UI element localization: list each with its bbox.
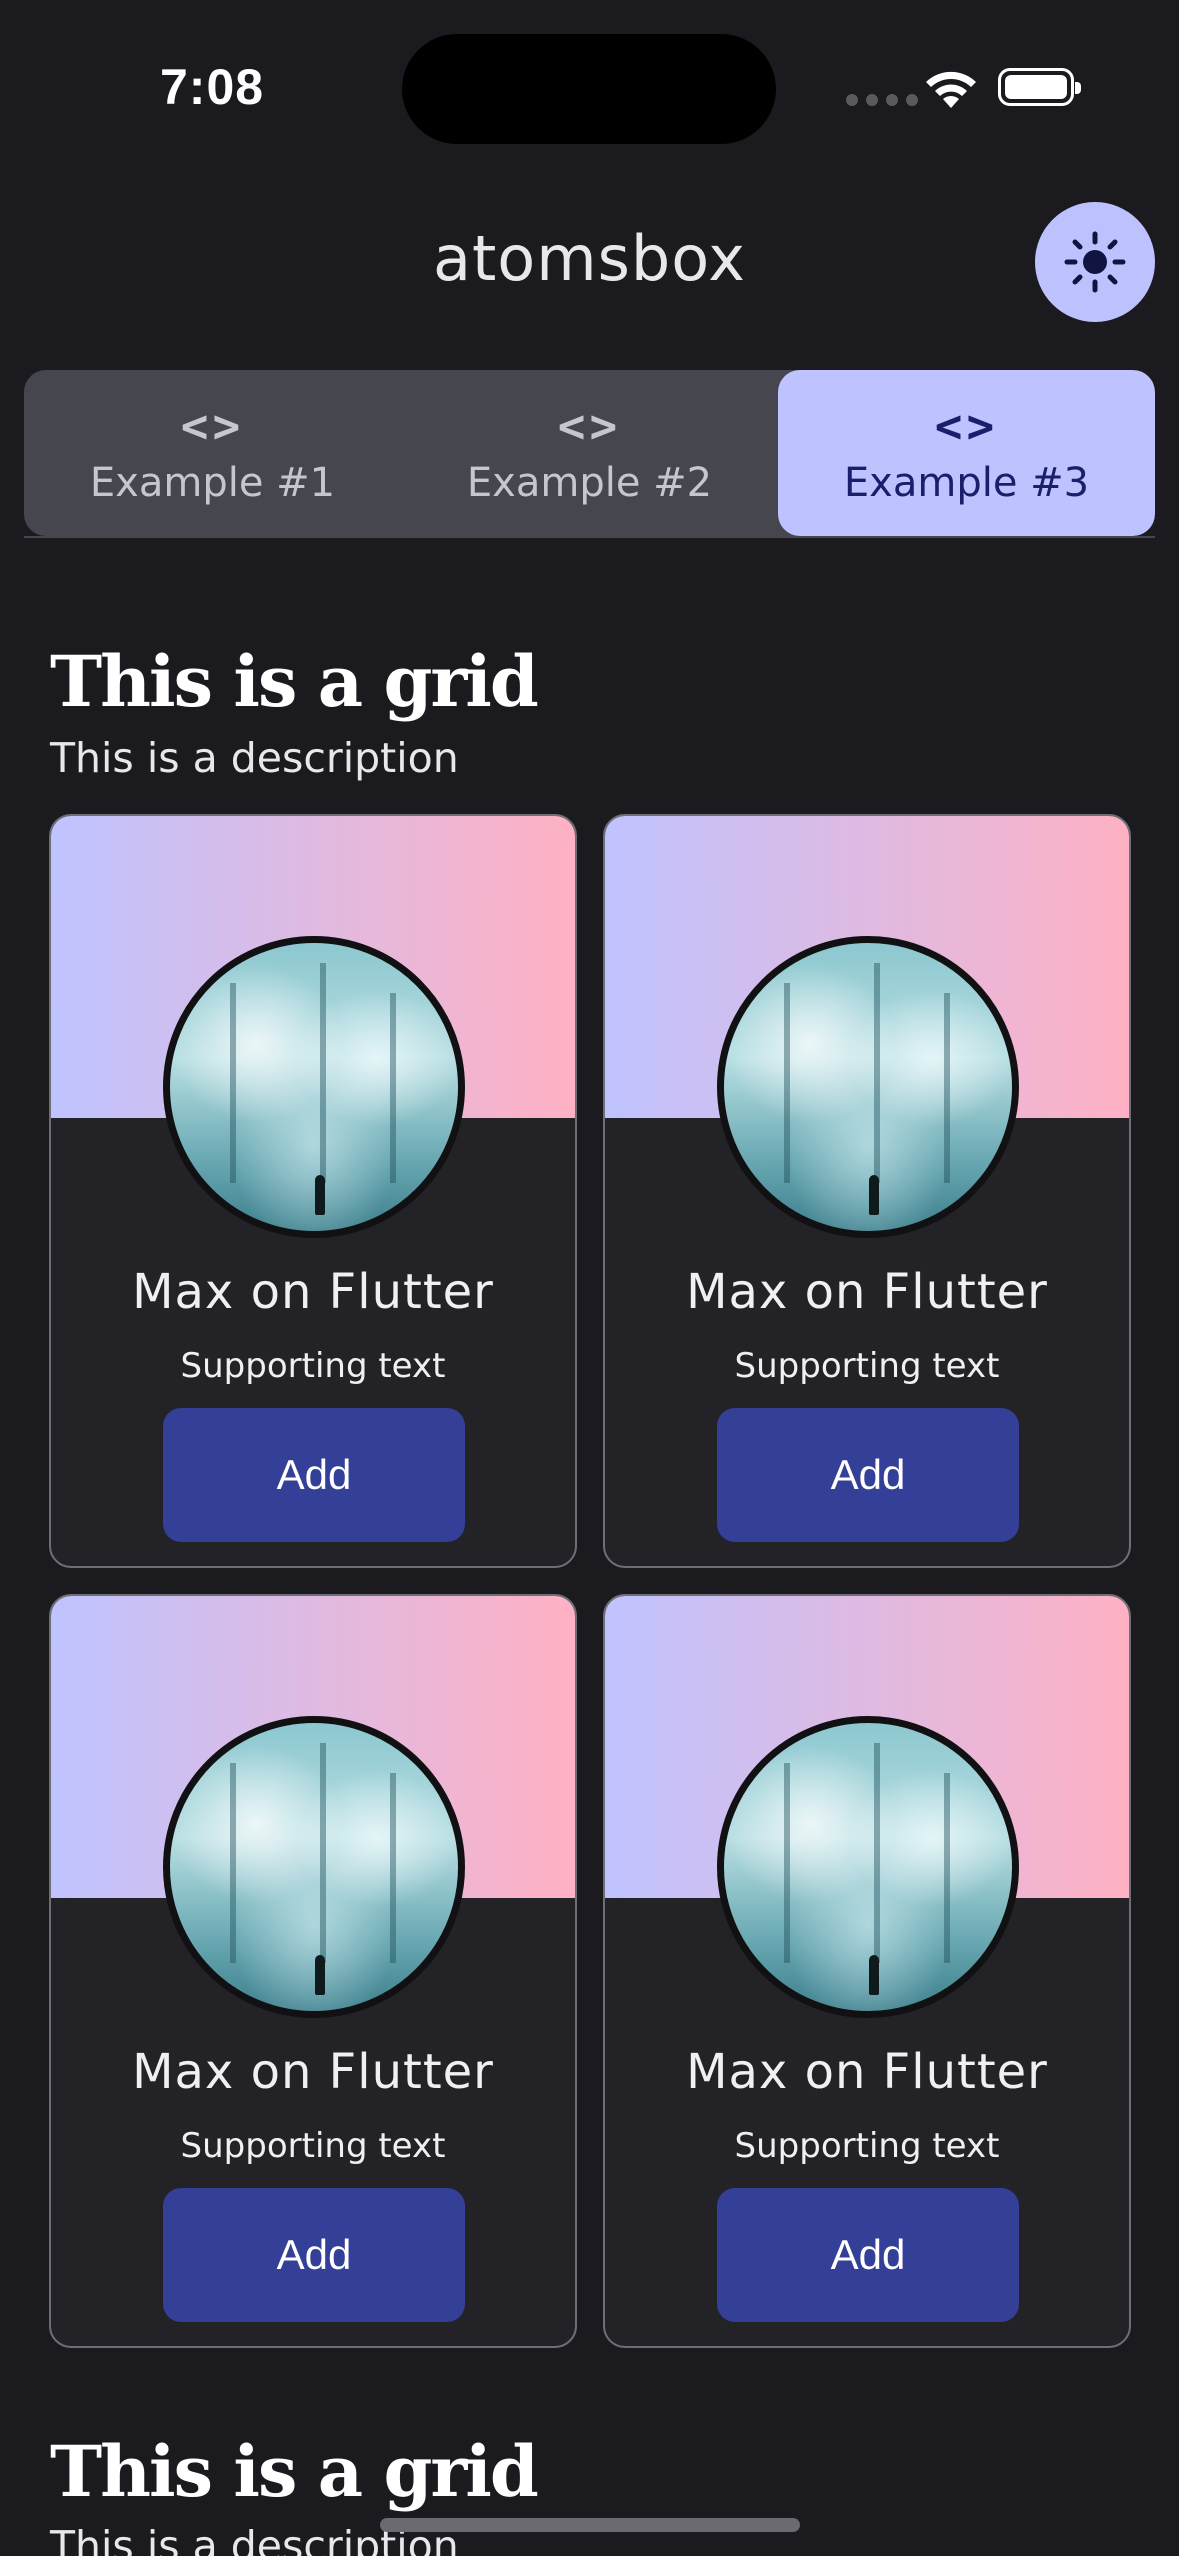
card-subtitle: Supporting text: [180, 1346, 446, 1386]
sun-icon: [1064, 231, 1126, 293]
tab-example-2[interactable]: <> Example #2: [401, 370, 778, 536]
dynamic-island: [402, 34, 776, 144]
status-time: 7:08: [160, 59, 265, 115]
cellular-signal-icon: [846, 94, 918, 106]
tab-divider: [24, 536, 1155, 538]
card-subtitle: Supporting text: [180, 2126, 446, 2166]
card-title: Max on Flutter: [132, 1264, 494, 1320]
grid-card: Max on Flutter Supporting text Add: [49, 1594, 577, 2348]
grid-card: Max on Flutter Supporting text Add: [49, 814, 577, 1568]
battery-icon: [998, 68, 1081, 106]
tab-label: Example #2: [466, 460, 713, 506]
app-title: atomsbox: [432, 222, 746, 295]
tab-label: Example #3: [843, 460, 1090, 506]
grid-card: Max on Flutter Supporting text Add: [603, 814, 1131, 1568]
add-button[interactable]: Add: [717, 1408, 1019, 1542]
tab-label: Example #1: [89, 460, 336, 506]
home-indicator[interactable]: [380, 2518, 800, 2532]
section-description: This is a description: [50, 734, 459, 782]
tab-example-1[interactable]: <> Example #1: [24, 370, 401, 536]
screen: 7:08 atomsbox <> Example #1 <> Example #…: [0, 0, 1179, 2556]
code-icon: <>: [934, 399, 999, 453]
card-subtitle: Supporting text: [734, 1346, 1000, 1386]
tab-bar: <> Example #1 <> Example #2 <> Example #…: [24, 370, 1155, 536]
section-title: This is a grid: [50, 640, 539, 723]
avatar-image: [717, 936, 1019, 1238]
card-title: Max on Flutter: [686, 2044, 1048, 2100]
card-title: Max on Flutter: [132, 2044, 494, 2100]
add-button[interactable]: Add: [717, 2188, 1019, 2322]
section-title: This is a grid: [50, 2430, 539, 2513]
tab-example-3[interactable]: <> Example #3: [778, 370, 1155, 536]
avatar-image: [163, 936, 465, 1238]
theme-toggle-button[interactable]: [1035, 202, 1155, 322]
grid-card: Max on Flutter Supporting text Add: [603, 1594, 1131, 2348]
avatar-image: [717, 1716, 1019, 2018]
code-icon: <>: [180, 399, 245, 453]
add-button[interactable]: Add: [163, 2188, 465, 2322]
code-icon: <>: [557, 399, 622, 453]
wifi-icon: [926, 71, 976, 108]
card-title: Max on Flutter: [686, 1264, 1048, 1320]
avatar-image: [163, 1716, 465, 2018]
card-subtitle: Supporting text: [734, 2126, 1000, 2166]
add-button[interactable]: Add: [163, 1408, 465, 1542]
